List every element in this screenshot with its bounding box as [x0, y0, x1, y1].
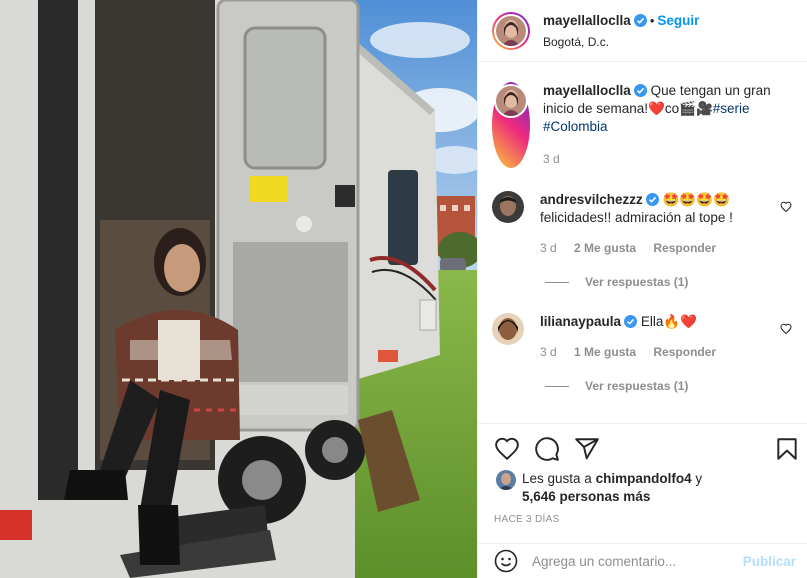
likes-summary: Les gusta a chimpandolfo4 y 5,646 person… — [496, 470, 702, 506]
hashtag-colombia[interactable]: #Colombia — [543, 119, 608, 134]
comment-text: Ella🔥❤️ — [640, 314, 697, 329]
hashtag-serie[interactable]: #serie — [713, 101, 750, 116]
view-replies-button[interactable]: Ver respuestas (1) — [545, 379, 688, 393]
clapper-emoji: 🎬 — [679, 101, 696, 116]
heart-emoji: ❤️ — [648, 101, 665, 116]
post-actions: Les gusta a chimpandolfo4 y 5,646 person… — [478, 423, 807, 543]
verified-badge-icon — [633, 14, 647, 27]
share-icon[interactable] — [574, 436, 600, 462]
replies-divider — [545, 281, 569, 283]
likes-joiner: y — [695, 471, 703, 486]
comment-likes[interactable]: 1 Me gusta — [574, 345, 636, 359]
caption: mayellalloclla Que tengan un gran inicio… — [492, 82, 792, 168]
liker-username[interactable]: chimpandolfo4 — [596, 471, 692, 486]
caption-avatar-ring[interactable] — [492, 82, 530, 168]
comment-text: felicidades!! admiración al tope ! — [540, 210, 733, 225]
likes-prefix: Les gusta a — [522, 471, 592, 486]
comment-username[interactable]: lilianaypaula — [540, 314, 621, 329]
view-replies-label[interactable]: Ver respuestas (1) — [585, 379, 688, 393]
reply-button[interactable]: Responder — [653, 241, 716, 255]
post-timestamp[interactable]: HACE 3 DÍAS — [494, 514, 560, 525]
comment-emojis: 🤩🤩🤩🤩 — [662, 192, 730, 207]
publish-button[interactable]: Publicar — [743, 554, 796, 569]
comment-age[interactable]: 3 d — [540, 241, 557, 255]
comment-like-heart-icon[interactable] — [780, 201, 792, 213]
separator-dot: • — [649, 13, 655, 28]
follow-button[interactable]: Seguir — [657, 13, 699, 28]
caption-age[interactable]: 3 d — [543, 152, 560, 166]
comment-item: andresvilchezzz 🤩🤩🤩🤩 felicidades!! admir… — [492, 191, 792, 257]
post-sidebar: mayellalloclla • Seguir Bogotá, D.c. mayel — [477, 0, 807, 578]
caption-username[interactable]: mayellalloclla — [543, 83, 631, 98]
camera-emoji: 🎥 — [695, 101, 713, 116]
add-comment-bar: Publicar — [478, 543, 807, 578]
view-replies-label[interactable]: Ver respuestas (1) — [585, 275, 688, 289]
author-avatar[interactable] — [496, 15, 526, 46]
verified-badge-icon — [645, 193, 659, 206]
comment-like-heart-icon[interactable] — [780, 323, 792, 335]
emoji-icon[interactable] — [494, 549, 518, 573]
replies-divider — [545, 385, 569, 387]
view-replies-button[interactable]: Ver respuestas (1) — [545, 275, 688, 289]
likes-count[interactable]: 5,646 personas más — [522, 489, 650, 504]
post-location[interactable]: Bogotá, D.c. — [543, 35, 699, 49]
trailer-photo — [0, 0, 477, 578]
verified-badge-icon — [624, 315, 638, 328]
author-username[interactable]: mayellalloclla — [543, 13, 631, 28]
comment-username[interactable]: andresvilchezzz — [540, 192, 643, 207]
verified-badge-icon — [633, 84, 647, 97]
comment-icon[interactable] — [534, 436, 560, 462]
reply-button[interactable]: Responder — [653, 345, 716, 359]
commenter-avatar[interactable] — [492, 191, 524, 223]
liker-avatar[interactable] — [496, 470, 516, 490]
comments-list[interactable]: mayellalloclla Que tengan un gran inicio… — [478, 63, 807, 423]
commenter-avatar[interactable] — [492, 313, 524, 345]
post-header: mayellalloclla • Seguir Bogotá, D.c. — [478, 0, 807, 62]
comment-item: lilianaypaula Ella🔥❤️ 3 d 1 Me gusta Res… — [492, 313, 792, 361]
bookmark-icon[interactable] — [774, 436, 800, 462]
comment-age[interactable]: 3 d — [540, 345, 557, 359]
caption-text-co: co — [664, 101, 680, 116]
like-heart-icon[interactable] — [494, 436, 520, 462]
author-avatar-ring[interactable] — [492, 11, 530, 50]
post-photo[interactable] — [0, 0, 477, 578]
caption-avatar[interactable] — [496, 86, 526, 116]
comment-likes[interactable]: 2 Me gusta — [574, 241, 636, 255]
comment-input[interactable] — [532, 553, 732, 569]
